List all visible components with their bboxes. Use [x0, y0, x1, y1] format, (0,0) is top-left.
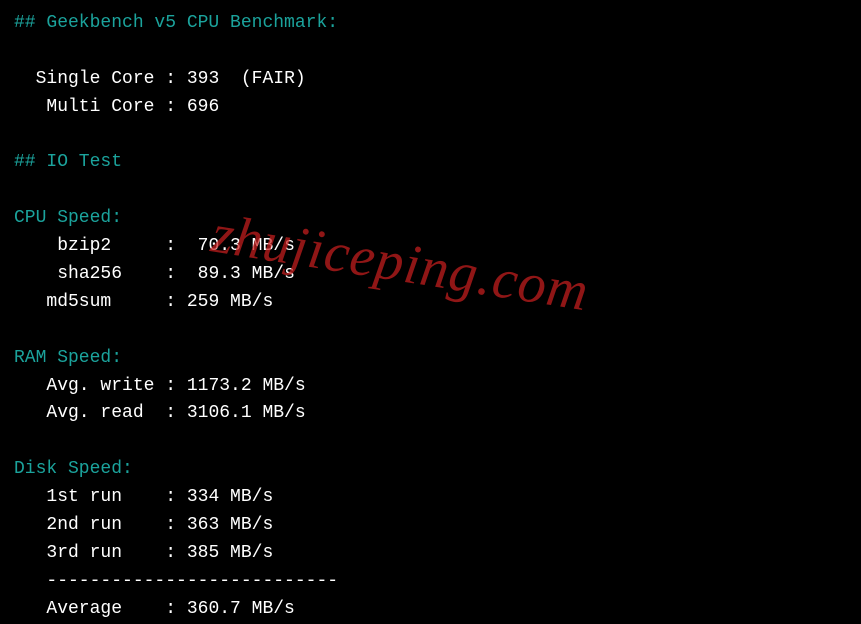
ram-row-value: 3106.1 MB/s — [187, 403, 306, 423]
single-core-value: 393 — [187, 69, 219, 89]
disk-divider: --------------------------- — [46, 571, 338, 591]
disk-row-value: 334 MB/s — [187, 487, 273, 507]
cpu-row-label: sha256 — [57, 264, 122, 284]
ram-row-value: 1173.2 MB/s — [187, 376, 306, 396]
ram-row-label: Avg. write — [46, 376, 154, 396]
disk-avg-value: 360.7 MB/s — [187, 599, 295, 619]
single-core-label: Single Core — [36, 69, 155, 89]
disk-speed-title: Disk Speed: — [14, 459, 133, 479]
disk-row-label: 3rd run — [46, 543, 122, 563]
cpu-row-label: bzip2 — [57, 236, 111, 256]
disk-row-value: 385 MB/s — [187, 543, 273, 563]
multi-core-label: Multi Core — [46, 97, 154, 117]
cpu-row-label: md5sum — [46, 292, 111, 312]
multi-core-value: 696 — [187, 97, 219, 117]
cpu-speed-title: CPU Speed: — [14, 208, 122, 228]
ram-speed-title: RAM Speed: — [14, 348, 122, 368]
geekbench-header: ## Geekbench v5 CPU Benchmark: — [14, 13, 338, 33]
disk-row-label: 1st run — [46, 487, 122, 507]
cpu-row-value: 259 MB/s — [187, 292, 273, 312]
ram-row-label: Avg. read — [46, 403, 143, 423]
disk-row-value: 363 MB/s — [187, 515, 273, 535]
terminal-output: ## Geekbench v5 CPU Benchmark: Single Co… — [14, 10, 847, 624]
iotest-header: ## IO Test — [14, 152, 122, 172]
cpu-row-value: 70.3 MB/s — [198, 236, 295, 256]
disk-avg-label: Average — [46, 599, 122, 619]
single-core-rating: (FAIR) — [241, 69, 306, 89]
cpu-row-value: 89.3 MB/s — [198, 264, 295, 284]
disk-row-label: 2nd run — [46, 515, 122, 535]
